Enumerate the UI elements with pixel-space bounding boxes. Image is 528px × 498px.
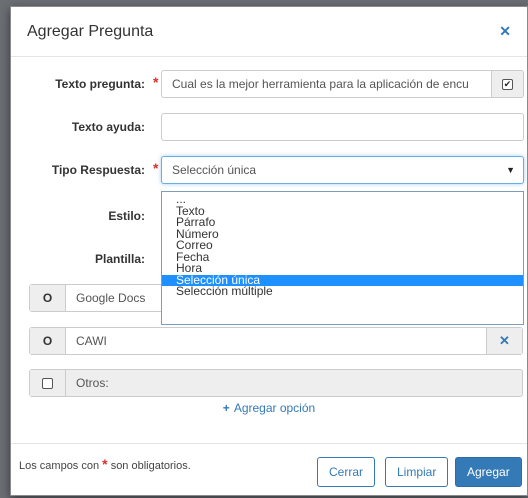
other-option-text: Otros: — [76, 376, 109, 390]
plus-icon: + — [222, 401, 230, 415]
dropdown-option[interactable]: Texto — [162, 205, 523, 218]
remove-option-icon[interactable]: ✕ — [486, 328, 522, 354]
answer-type-select[interactable]: Selección única ▼ — [161, 156, 524, 184]
other-checkbox-addon[interactable] — [30, 370, 66, 396]
option-text[interactable]: Google Docs — [76, 285, 145, 311]
modal-footer: Los campos con * son obligatorios. Cerra… — [11, 443, 527, 497]
question-text-label: Texto pregunta: — [55, 77, 145, 91]
radio-marker[interactable]: O — [30, 328, 66, 354]
question-checkbox-addon[interactable]: ✔ — [491, 71, 523, 97]
required-note: Los campos con * son obligatorios. — [19, 456, 191, 472]
checked-checkbox-icon[interactable]: ✔ — [502, 78, 513, 90]
dropdown-option[interactable]: ... — [162, 193, 523, 206]
add-button[interactable]: Agregar — [455, 457, 522, 487]
question-text-value: Cual es la mejor herramienta para la apl… — [172, 77, 469, 91]
help-text-label: Texto ayuda: — [71, 120, 145, 134]
help-text-input[interactable] — [161, 113, 524, 141]
modal-title: Agregar Pregunta — [27, 22, 154, 40]
required-marker: * — [153, 160, 159, 176]
close-icon[interactable]: ✕ — [499, 23, 511, 40]
help-text-row: Texto ayuda: — [11, 113, 527, 141]
required-star: * — [102, 456, 108, 472]
question-text-input[interactable]: Cual es la mejor herramienta para la apl… — [161, 70, 524, 98]
checkbox-icon[interactable] — [42, 377, 53, 389]
answer-type-value: Selección única — [172, 163, 257, 177]
close-button[interactable]: Cerrar — [317, 457, 376, 487]
add-question-modal: Agregar Pregunta ✕ Texto pregunta: * Cua… — [10, 6, 528, 496]
style-label: Estilo: — [108, 209, 145, 223]
add-option-label: Agregar opción — [233, 401, 316, 415]
answer-type-label: Tipo Respuesta: — [51, 163, 145, 177]
dropdown-option[interactable]: Número — [162, 228, 523, 241]
dropdown-option[interactable]: Selección múltiple — [162, 285, 523, 298]
required-marker: * — [153, 74, 159, 90]
other-option-row: Otros: — [29, 369, 523, 397]
answer-type-row: Tipo Respuesta: * Selección única ▼ — [11, 156, 527, 184]
option-text[interactable]: CAWI — [76, 328, 107, 354]
add-option-link[interactable]: + Agregar opción — [11, 401, 527, 415]
modal-header: Agregar Pregunta ✕ — [11, 7, 527, 57]
required-note-prefix: Los campos con — [19, 460, 100, 472]
dropdown-option[interactable]: Correo — [162, 239, 523, 252]
required-note-suffix: son obligatorios. — [110, 460, 191, 472]
template-label: Plantilla: — [94, 252, 145, 266]
answer-type-dropdown: ... Texto Párrafo Número Correo Fecha Ho… — [161, 191, 524, 325]
question-text-row: Texto pregunta: * Cual es la mejor herra… — [11, 70, 527, 98]
radio-marker[interactable]: O — [30, 285, 66, 311]
dropdown-arrow-icon: ▼ — [506, 165, 515, 175]
clear-button[interactable]: Limpiar — [385, 457, 449, 487]
option-row: O CAWI ✕ — [29, 327, 523, 355]
dropdown-option[interactable]: Fecha — [162, 251, 523, 264]
